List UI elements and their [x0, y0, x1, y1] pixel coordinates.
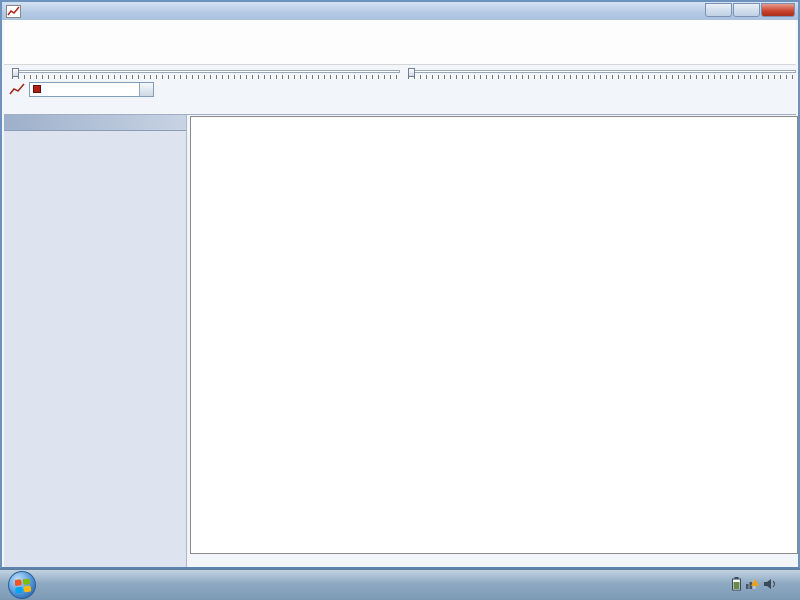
main-area	[4, 115, 796, 567]
parameters-panel	[4, 115, 187, 567]
2d-graph-canvas[interactable]	[191, 117, 797, 553]
minimize-button[interactable]	[705, 3, 732, 17]
view-tabs	[4, 98, 796, 115]
taskbar	[0, 569, 800, 600]
channel-selection-area	[4, 20, 796, 65]
maximize-button[interactable]	[733, 3, 760, 17]
end-slider[interactable]	[408, 68, 796, 78]
start-slider[interactable]	[12, 68, 400, 78]
combo-dropdown-arrow[interactable]	[139, 83, 153, 96]
start-slider-ticks	[12, 75, 400, 79]
end-slider-track[interactable]	[408, 70, 796, 73]
log-viewer-window	[0, 0, 800, 569]
end-slider-ticks	[408, 75, 796, 79]
start-button[interactable]	[8, 571, 36, 599]
battery-icon[interactable]	[732, 577, 741, 594]
log-select-combo[interactable]	[29, 82, 154, 97]
volume-icon[interactable]	[764, 578, 777, 593]
app-icon	[6, 5, 21, 18]
system-tray	[722, 577, 800, 594]
log-color-swatch	[33, 85, 41, 93]
logger-chart-icon	[8, 82, 26, 97]
range-bar	[4, 65, 796, 80]
network-alert-icon[interactable]	[746, 577, 759, 593]
titlebar[interactable]	[2, 2, 798, 20]
2d-graph-panel[interactable]	[190, 116, 798, 554]
close-button[interactable]	[761, 3, 795, 17]
desktop	[0, 0, 800, 600]
toolbar	[4, 80, 796, 98]
panel-header	[4, 115, 186, 131]
start-slider-track[interactable]	[12, 70, 400, 73]
